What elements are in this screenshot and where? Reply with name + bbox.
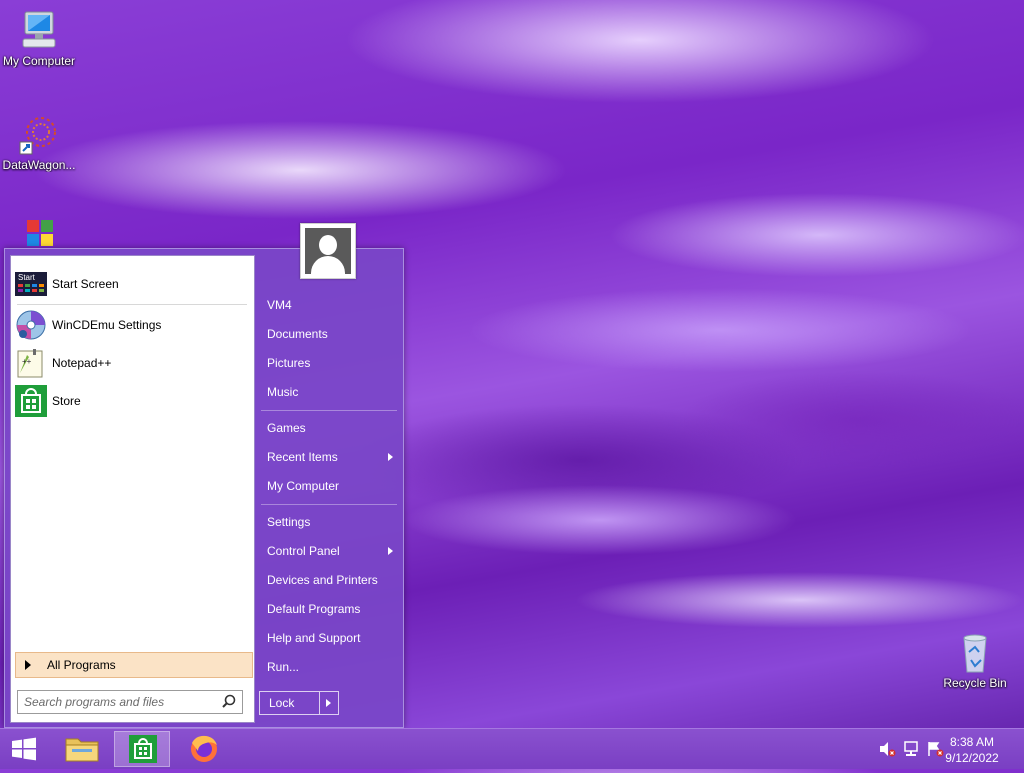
right-item-label: Games xyxy=(267,421,306,435)
user-avatar[interactable] xyxy=(300,223,356,279)
power-options-button[interactable] xyxy=(320,692,338,714)
right-item-label: Run... xyxy=(267,660,300,674)
desktop-icon-label: My Computer xyxy=(2,54,76,68)
pinned-item-label: WinCDEmu Settings xyxy=(52,318,162,332)
right-item-label: Control Panel xyxy=(267,544,340,558)
start-right-recent-items[interactable]: Recent Items xyxy=(261,443,401,471)
right-item-label: Pictures xyxy=(267,356,311,370)
computer-icon xyxy=(17,8,61,52)
start-right-help-support[interactable]: Help and Support xyxy=(261,624,401,652)
windows-start-icon xyxy=(12,737,36,761)
all-programs-button[interactable]: All Programs xyxy=(15,652,253,678)
pinned-item-wincdemu[interactable]: WinCDEmu Settings xyxy=(15,308,251,342)
right-item-label: VM4 xyxy=(267,298,292,312)
right-item-label: Help and Support xyxy=(267,631,361,645)
desktop-icon-label: Recycle Bin xyxy=(943,676,1007,690)
pinned-separator xyxy=(17,304,247,305)
expand-arrow-icon xyxy=(25,660,31,670)
taskbar-store[interactable] xyxy=(114,731,170,767)
store-icon xyxy=(15,385,47,417)
taskbar: 8:38 AM 9/12/2022 xyxy=(0,728,1024,769)
recycle-bin-icon xyxy=(953,630,997,674)
start-screen-icon: Start xyxy=(15,268,47,300)
start-right-documents[interactable]: Documents xyxy=(261,320,401,348)
pinned-item-label: Notepad++ xyxy=(52,356,112,370)
lock-button[interactable]: Lock xyxy=(260,692,320,714)
start-right-settings[interactable]: Settings xyxy=(261,508,401,536)
right-separator xyxy=(261,504,397,505)
right-item-label: Default Programs xyxy=(267,602,361,616)
volume-muted-icon[interactable] xyxy=(878,740,896,763)
search-input[interactable] xyxy=(18,695,220,709)
all-programs-label: All Programs xyxy=(47,658,116,672)
start-screen-icon-text: Start xyxy=(18,273,36,282)
pinned-item-label: Start Screen xyxy=(52,277,119,291)
desktop-icon-windows[interactable] xyxy=(0,216,78,250)
chevron-right-icon xyxy=(326,699,331,707)
taskbar-clock[interactable]: 8:38 AM 9/12/2022 xyxy=(942,734,1002,766)
network-icon[interactable] xyxy=(902,740,920,763)
start-menu: Start Start Screen WinCDEmu Settings ++ … xyxy=(4,248,404,728)
start-right-devices-printers[interactable]: Devices and Printers xyxy=(261,566,401,594)
start-right-my-computer[interactable]: My Computer xyxy=(261,472,401,500)
pinned-item-notepadpp[interactable]: ++ Notepad++ xyxy=(15,346,251,380)
search-programs-field[interactable] xyxy=(17,690,243,714)
right-item-label: Devices and Printers xyxy=(267,573,378,587)
right-item-label: Music xyxy=(267,385,299,399)
pinned-item-store[interactable]: Store xyxy=(15,384,251,418)
clock-time: 8:38 AM xyxy=(949,735,995,749)
taskbar-firefox[interactable] xyxy=(176,731,232,767)
clock-date: 9/12/2022 xyxy=(945,751,999,765)
submenu-arrow-icon xyxy=(388,453,393,461)
wincdemu-icon xyxy=(15,309,47,341)
submenu-arrow-icon xyxy=(388,547,393,555)
desktop-icon-my-computer[interactable]: My Computer xyxy=(0,8,78,68)
firefox-icon xyxy=(191,735,217,762)
start-right-control-panel[interactable]: Control Panel xyxy=(261,537,401,565)
folder-icon xyxy=(65,738,99,762)
user-icon xyxy=(305,228,351,274)
desktop-icon-label: DataWagon... xyxy=(2,158,76,172)
desktop-icon-recycle-bin[interactable]: Recycle Bin xyxy=(936,630,1014,690)
lock-button-group: Lock xyxy=(259,691,339,715)
start-right-run[interactable]: Run... xyxy=(261,653,401,681)
start-button[interactable] xyxy=(0,731,48,767)
right-item-label: Settings xyxy=(267,515,311,529)
start-menu-programs-pane: Start Start Screen WinCDEmu Settings ++ … xyxy=(10,255,255,723)
system-tray: 8:38 AM 9/12/2022 xyxy=(864,729,1024,769)
start-right-music[interactable]: Music xyxy=(261,378,401,406)
datawagon-icon xyxy=(17,112,61,156)
right-item-label: Documents xyxy=(267,327,328,341)
right-item-label: Recent Items xyxy=(267,450,338,464)
svg-text:++: ++ xyxy=(22,357,32,366)
right-item-label: My Computer xyxy=(267,479,340,493)
right-separator xyxy=(261,410,397,411)
start-right-user-folder[interactable]: VM4 xyxy=(261,291,401,319)
desktop-icon-datawagon[interactable]: DataWagon... xyxy=(0,112,78,172)
pinned-item-label: Store xyxy=(52,394,81,408)
start-right-default-programs[interactable]: Default Programs xyxy=(261,595,401,623)
taskbar-file-explorer[interactable] xyxy=(54,731,110,767)
start-right-pictures[interactable]: Pictures xyxy=(261,349,401,377)
search-icon[interactable] xyxy=(220,693,238,711)
windows-logo-icon xyxy=(17,216,61,250)
pinned-item-start-screen[interactable]: Start Start Screen xyxy=(15,267,251,301)
notepadpp-icon: ++ xyxy=(15,347,47,379)
start-right-games[interactable]: Games xyxy=(261,414,401,442)
store-icon xyxy=(129,735,157,763)
